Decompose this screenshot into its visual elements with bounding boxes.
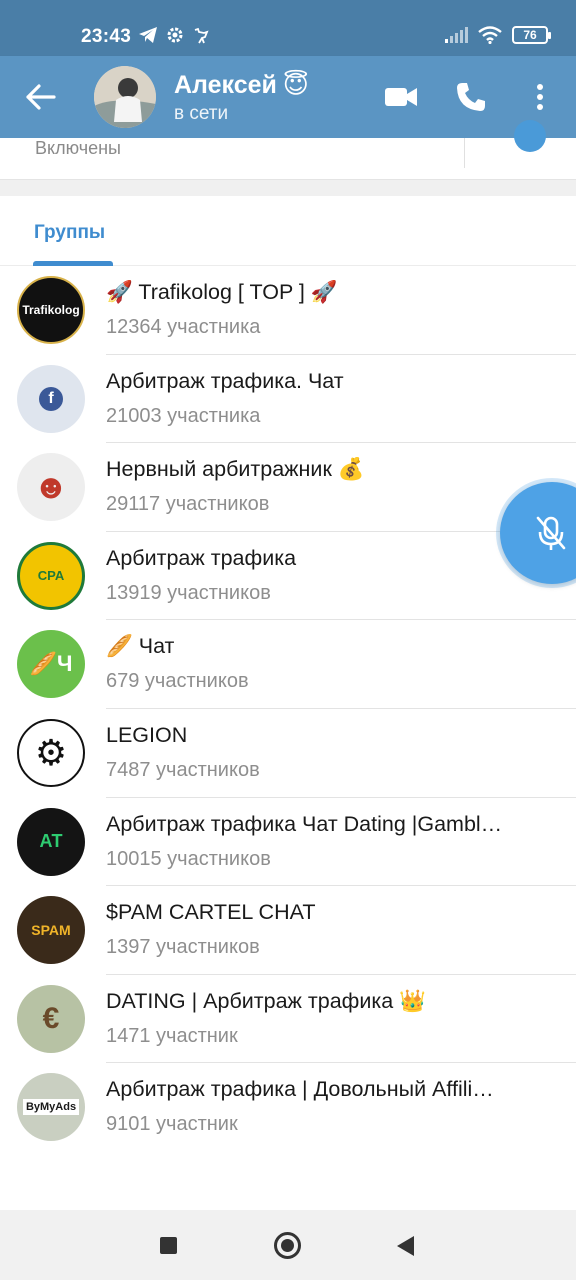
group-title: 🚀 Trafikolog [ TOP ] 🚀 (106, 280, 338, 304)
avatar-text: ⚙ (34, 731, 68, 773)
group-avatar: ByMyAds (17, 1073, 85, 1142)
group-title: $PAM CARTEL CHAT (106, 900, 316, 925)
phone-call-icon[interactable] (454, 80, 488, 114)
groups-list: Trafikolog 🚀 Trafikolog [ TOP ] 🚀 12364 … (0, 266, 576, 1152)
halo-emoji: 😇 (282, 71, 309, 99)
avatar-photo (94, 66, 156, 128)
list-item[interactable]: ☻ Нервный арбитражник 💰 29117 участников (0, 443, 576, 532)
chat-header: Алексей 😇 в сети (0, 56, 576, 138)
contact-name[interactable]: Алексей 😇 (174, 70, 309, 100)
battery-icon: 76 (512, 26, 551, 44)
group-title: LEGION (106, 722, 188, 747)
telegram-icon (139, 27, 157, 43)
group-title: Арбитраж трафика (106, 545, 297, 570)
group-members: 1471 участник (106, 1024, 238, 1047)
group-title: Арбитраж трафика. Чат (106, 368, 344, 393)
video-call-icon[interactable] (383, 82, 419, 112)
gear-icon (167, 27, 183, 43)
status-time: 23:43 (81, 26, 132, 47)
group-members: 13919 участников (106, 581, 271, 604)
avatar[interactable] (94, 66, 156, 128)
notifications-value: Включены (35, 138, 121, 158)
contact-status: в сети (174, 103, 229, 124)
recents-icon[interactable] (160, 1237, 177, 1254)
notifications-row[interactable]: Включены (0, 120, 576, 180)
group-title: 🥖 Чат (106, 634, 175, 659)
list-item[interactable]: SPAM $PAM CARTEL CHAT 1397 участников (0, 886, 576, 975)
group-avatar: € (17, 984, 85, 1053)
section-gap (0, 180, 576, 196)
group-avatar: f (17, 364, 85, 433)
mic-muted-icon (536, 516, 566, 550)
avatar-text: 🥖Ч (29, 651, 73, 677)
group-members: 29117 участников (106, 493, 270, 516)
list-item[interactable]: f Арбитраж трафика. Чат 21003 участника (0, 355, 576, 444)
group-members: 9101 участник (106, 1113, 238, 1136)
group-members: 10015 участников (106, 847, 271, 870)
group-avatar: 🥖Ч (17, 630, 85, 699)
back-triangle-icon[interactable] (397, 1236, 414, 1256)
signal-icon (445, 27, 468, 43)
group-title: Нервный арбитражник 💰 (106, 457, 365, 482)
list-item[interactable]: Trafikolog 🚀 Trafikolog [ TOP ] 🚀 12364 … (0, 266, 576, 355)
contact-name-text: Алексей (174, 70, 277, 99)
group-avatar: АТ (17, 807, 85, 876)
media-tabs: Группы (0, 196, 576, 266)
more-options-icon[interactable] (528, 80, 552, 114)
avatar-text: Trafikolog (22, 303, 80, 317)
notifications-toggle[interactable] (514, 120, 546, 152)
system-nav-bar (0, 1210, 576, 1280)
list-item[interactable]: АТ Арбитраж трафика Чат Dating |Gambl… 1… (0, 798, 576, 887)
avatar-text: АТ (39, 831, 63, 852)
group-avatar: ☻ (17, 453, 85, 522)
avatar-text: CPA (37, 568, 65, 584)
group-members: 679 участников (106, 670, 249, 693)
wifi-icon (478, 26, 502, 44)
group-avatar: SPAM (17, 896, 85, 965)
avatar-text: ☻ (33, 467, 69, 506)
avatar-text: ByMyAds (22, 1099, 80, 1116)
list-item[interactable]: ⚙ LEGION 7487 участников (0, 709, 576, 798)
tab-groups[interactable]: Группы (34, 222, 105, 244)
group-members: 12364 участника (106, 316, 261, 338)
group-avatar: CPA (17, 541, 85, 610)
list-item[interactable]: ByMyAds Арбитраж трафика | Довольный Aff… (0, 1063, 576, 1152)
avatar-text: f (39, 386, 63, 411)
group-title: Арбитраж трафика Чат Dating |Gambl… (106, 811, 503, 836)
home-icon[interactable] (274, 1232, 301, 1259)
group-members: 1397 участников (106, 936, 260, 959)
group-members: 21003 участника (106, 404, 261, 427)
avatar-text: € (42, 1001, 60, 1035)
list-item[interactable]: 🥖Ч 🥖 Чат 679 участников (0, 620, 576, 709)
status-icons-right: 76 (444, 26, 551, 44)
group-avatar: Trafikolog (17, 276, 85, 344)
avatar-text: SPAM (31, 922, 71, 939)
ostrich-icon (194, 27, 209, 44)
status-bar: 23:43 76 (0, 0, 576, 56)
group-members: 7487 участников (106, 758, 260, 781)
group-avatar: ⚙ (17, 718, 85, 787)
row-divider (464, 138, 465, 168)
status-icons-left (138, 26, 210, 44)
list-item[interactable]: € DATING | Арбитраж трафика 👑 1471 участ… (0, 975, 576, 1064)
back-arrow-icon[interactable] (22, 80, 58, 114)
group-title: DATING | Арбитраж трафика 👑 (106, 988, 426, 1013)
list-item[interactable]: CPA Арбитраж трафика 13919 участников (0, 532, 576, 621)
group-title: Арбитраж трафика | Довольный Affili… (106, 1077, 494, 1102)
